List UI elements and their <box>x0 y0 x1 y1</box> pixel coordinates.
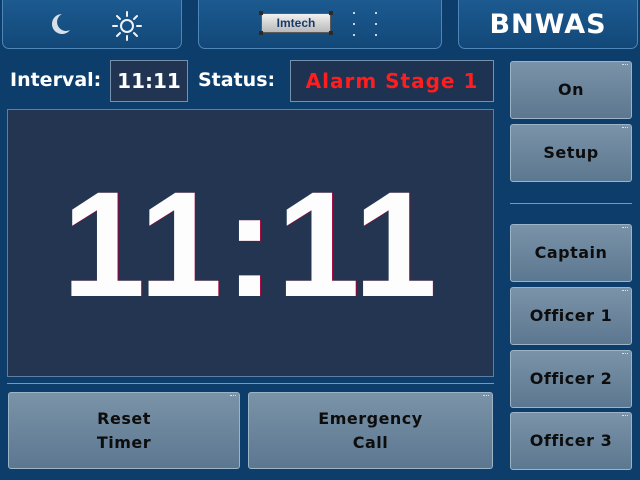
sun-icon[interactable] <box>111 10 143 42</box>
officer-1-label: Officer 1 <box>529 306 613 325</box>
corner-mark <box>622 290 628 292</box>
logo-handle-tl <box>259 11 263 15</box>
imtech-logo: Imtech <box>261 13 331 33</box>
reset-timer-label: Reset Timer <box>96 408 152 452</box>
captain-label: Captain <box>534 243 608 262</box>
on-button[interactable]: On <box>510 61 632 119</box>
top-center-panel: Imtech <box>198 0 442 49</box>
corner-mark <box>622 127 628 129</box>
emergency-call-button[interactable]: Emergency Call <box>248 392 493 469</box>
reset-timer-button[interactable]: Reset Timer <box>8 392 240 469</box>
officer-2-button[interactable]: Officer 2 <box>510 350 632 408</box>
on-label: On <box>558 80 584 99</box>
corner-mark <box>622 64 628 66</box>
officer-3-label: Officer 3 <box>529 431 613 450</box>
status-bar: Interval: 11:11 Status: Alarm Stage 1 <box>0 56 504 106</box>
setup-label: Setup <box>543 143 599 162</box>
countdown-text: 11:11 <box>61 160 440 328</box>
logo-handle-tr <box>329 11 333 15</box>
logo-handle-br <box>329 31 333 35</box>
clock-divider <box>7 383 494 384</box>
countdown-display: 11:11 <box>7 109 494 377</box>
corner-mark <box>622 415 628 417</box>
status-label: Status: <box>198 69 276 91</box>
officer-2-label: Officer 2 <box>529 369 613 388</box>
captain-button[interactable]: Captain <box>510 224 632 282</box>
corner-mark <box>622 353 628 355</box>
corner-mark <box>483 395 489 397</box>
dots-grid-icon <box>349 12 379 38</box>
top-right-panel: BNWAS <box>458 0 638 49</box>
app-title: BNWAS <box>489 9 607 40</box>
corner-mark <box>622 227 628 229</box>
moon-icon[interactable] <box>49 12 71 36</box>
status-value: Alarm Stage 1 <box>290 60 494 102</box>
setup-button[interactable]: Setup <box>510 124 632 182</box>
corner-mark <box>230 395 236 397</box>
officer-3-button[interactable]: Officer 3 <box>510 412 632 470</box>
top-left-panel <box>2 0 182 49</box>
side-divider <box>510 203 632 204</box>
interval-label: Interval: <box>10 69 102 91</box>
logo-handle-bl <box>259 31 263 35</box>
interval-value: 11:11 <box>110 60 188 102</box>
logo-text: Imtech <box>276 16 316 30</box>
emergency-call-label: Emergency Call <box>318 408 423 452</box>
officer-1-button[interactable]: Officer 1 <box>510 287 632 345</box>
